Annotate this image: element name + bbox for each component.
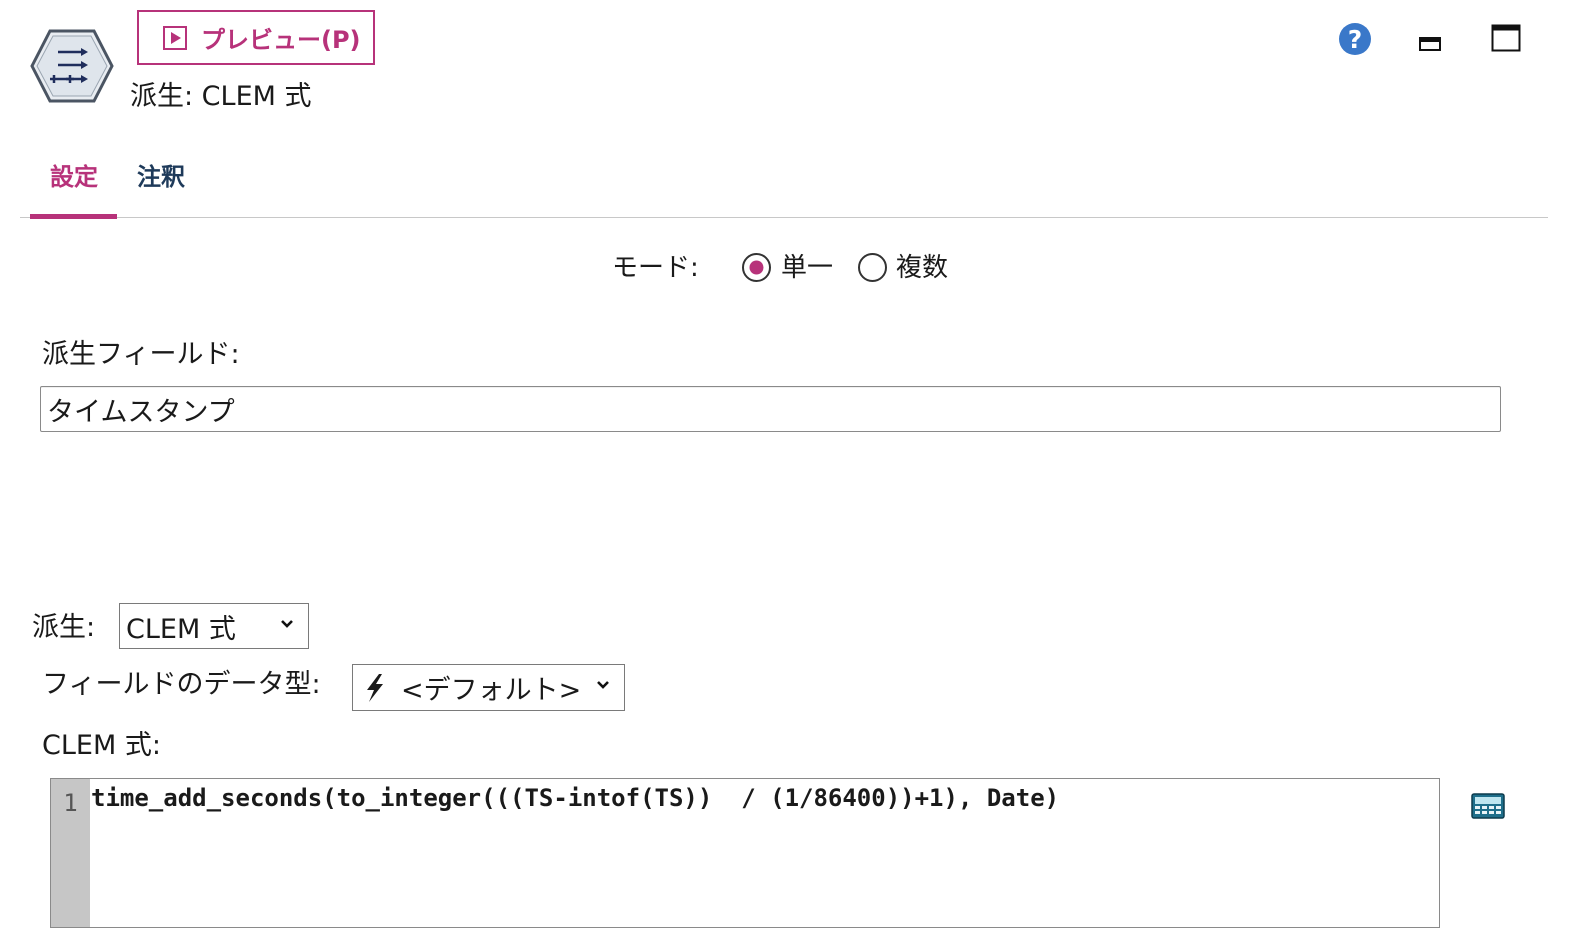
lightning-icon [367, 673, 383, 702]
chevron-down-icon [597, 681, 609, 689]
field-type-select[interactable]: <デフォルト> [352, 664, 625, 711]
chevron-down-icon [281, 620, 293, 628]
clem-expression-editor[interactable]: 1 time_add_seconds(to_integer(((TS-intof… [50, 778, 1440, 928]
derive-field-label: 派生フィールド: [42, 339, 240, 370]
expression-code[interactable]: time_add_seconds(to_integer(((TS-intof(T… [91, 781, 1059, 815]
svg-text:?: ? [1348, 25, 1363, 54]
derive-as-value: CLEM 式 [126, 613, 236, 645]
mode-multiple-label[interactable]: 複数 [896, 250, 948, 286]
calculator-icon[interactable] [1471, 792, 1505, 820]
derive-as-label: 派生: [32, 612, 96, 643]
clem-expression-label: CLEM 式: [42, 730, 161, 761]
preview-button-label: プレビュー(P) [201, 26, 361, 54]
field-type-value: <デフォルト> [401, 675, 582, 706]
mode-multiple-radio[interactable] [857, 252, 888, 283]
maximize-icon[interactable] [1491, 24, 1521, 52]
active-tab-indicator [30, 214, 117, 219]
preview-button[interactable]: プレビュー(P) [137, 10, 375, 65]
node-title: 派生: CLEM 式 [130, 81, 312, 112]
minimize-icon[interactable] [1418, 32, 1442, 52]
field-type-label: フィールドのデータ型: [42, 669, 321, 700]
tab-divider [20, 217, 1548, 218]
tab-settings[interactable]: 設定 [50, 158, 98, 196]
mode-label: モード: [612, 253, 699, 283]
line-number: 1 [63, 789, 78, 817]
derive-node-icon [30, 29, 114, 103]
play-icon [163, 25, 187, 50]
help-icon[interactable]: ? [1338, 22, 1372, 56]
derive-as-select[interactable]: CLEM 式 [119, 603, 309, 649]
tab-annotation[interactable]: 注釈 [137, 158, 185, 196]
mode-single-label[interactable]: 単一 [781, 250, 833, 286]
mode-single-radio[interactable] [741, 252, 772, 283]
derive-field-input[interactable] [40, 386, 1501, 432]
